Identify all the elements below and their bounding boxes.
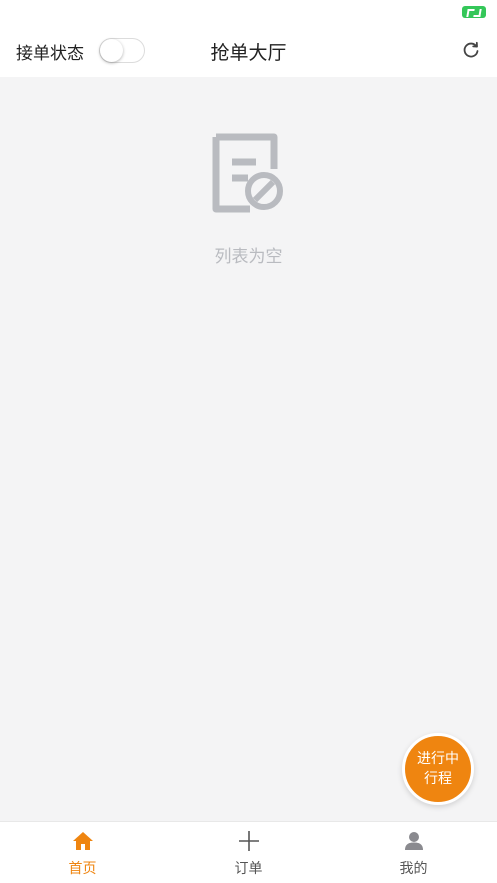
tab-home-label: 首页 [68, 861, 97, 877]
refresh-icon [463, 41, 479, 58]
plus-icon [239, 831, 259, 851]
refresh-button[interactable] [461, 40, 481, 60]
tab-mine-label: 我的 [399, 861, 428, 877]
battery-charging-icon [462, 6, 486, 18]
tab-orders[interactable]: 订单 [166, 822, 331, 883]
ongoing-trip-line1: 进行中 [417, 751, 459, 767]
page-title: 抢单大厅 [210, 42, 287, 64]
status-bar [0, 0, 497, 24]
header: 接单状态 抢单大厅 [0, 24, 497, 77]
empty-list-icon [212, 133, 283, 213]
user-icon [405, 832, 423, 850]
tab-mine[interactable]: 我的 [331, 822, 496, 883]
tab-orders-label: 订单 [234, 861, 263, 877]
empty-list-text: 列表为空 [214, 247, 283, 267]
tab-home[interactable]: 首页 [0, 822, 165, 883]
bottom-tab-bar: 首页 订单 我的 [0, 821, 497, 883]
ongoing-trip-button[interactable]: 进行中 行程 [402, 733, 474, 805]
ongoing-trip-line2: 行程 [424, 771, 452, 787]
home-icon [73, 832, 93, 850]
